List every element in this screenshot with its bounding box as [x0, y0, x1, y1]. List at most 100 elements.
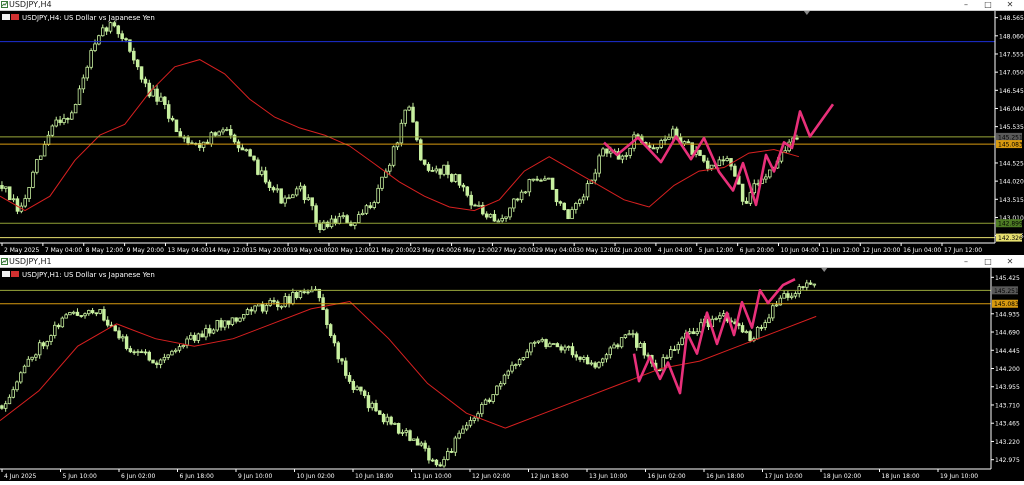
chart-window-icon: [1, 258, 8, 265]
time-tick-label: 12 Jun 18:00: [531, 473, 569, 480]
minimize-button[interactable]: –: [956, 0, 976, 10]
time-tick-label: 19 May 04:00: [290, 247, 331, 254]
candle: [601, 358, 605, 363]
chart-shift-marker: [803, 11, 810, 15]
time-tick-label: 13 May 04:00: [167, 247, 208, 254]
moving-average-line: [0, 59, 800, 212]
candle: [248, 149, 252, 157]
candle: [434, 459, 439, 466]
candle: [423, 442, 427, 449]
candle: [529, 342, 533, 353]
candle: [535, 178, 539, 181]
candle: [469, 194, 473, 206]
candle: [687, 331, 692, 334]
h4-candlestick-chart[interactable]: 148.565 148.060 147.555 147.050 146.545 146.0…: [0, 11, 1024, 255]
time-tick-label: 7 May 04:00: [45, 247, 83, 254]
close-button[interactable]: ✕: [1000, 257, 1020, 267]
candle: [430, 459, 435, 462]
candle: [464, 424, 469, 430]
candle: [374, 402, 378, 412]
candle: [66, 118, 70, 120]
candle: [378, 410, 382, 415]
candle: [624, 154, 629, 157]
candle: [663, 138, 667, 141]
candle: [242, 314, 246, 319]
candle: [729, 158, 733, 167]
time-tick-label: 20 May 12:00: [331, 247, 372, 254]
candle: [244, 149, 249, 152]
candle: [589, 362, 594, 365]
h1-window-titlebar[interactable]: USDJPY,H1 – □ ✕: [0, 257, 1024, 268]
candle: [345, 215, 349, 224]
time-tick-label: 15 May 20:00: [249, 247, 290, 254]
candle: [27, 187, 31, 199]
candle: [487, 399, 492, 402]
candle: [228, 129, 233, 136]
candle: [347, 375, 352, 382]
candle: [22, 365, 27, 374]
candle: [0, 405, 4, 409]
candle: [41, 342, 46, 347]
candle: [268, 300, 272, 306]
candle: [515, 198, 520, 201]
candle: [192, 334, 197, 341]
h4-window-titlebar[interactable]: USDJPY,H4 – □ ✕: [0, 0, 1024, 11]
candle: [355, 386, 359, 390]
time-tick-label: 4 Jun 2025: [4, 473, 36, 480]
candle: [717, 159, 722, 166]
candle: [512, 198, 516, 209]
candle: [200, 333, 204, 338]
candle: [90, 310, 95, 314]
candle: [50, 125, 55, 136]
candle: [506, 370, 510, 376]
time-tick-label: 2 May 2025: [4, 247, 39, 254]
minimize-button[interactable]: –: [956, 257, 976, 267]
candle: [279, 188, 283, 204]
candle: [267, 181, 272, 188]
candle: [651, 147, 656, 150]
maximize-button[interactable]: □: [978, 257, 998, 267]
candle: [442, 164, 446, 175]
candle: [531, 178, 535, 181]
h1-chart-area[interactable]: 145.425 144.935 144.690 144.445 144.200 143.9…: [0, 268, 1024, 481]
candle: [287, 296, 291, 304]
candle: [226, 320, 231, 325]
candle: [671, 128, 675, 138]
candle: [519, 191, 524, 201]
maximize-button[interactable]: □: [978, 0, 998, 10]
symbol-flag-icon: [2, 271, 10, 277]
time-tick-label: 18 Jun 18:00: [882, 473, 920, 480]
candle: [593, 362, 597, 368]
candle: [427, 447, 431, 461]
h4-chart-area[interactable]: 148.565 148.060 147.555 147.050 146.545 146.0…: [0, 11, 1024, 255]
candle: [263, 170, 268, 183]
candle: [543, 178, 547, 181]
time-tick-label: 9 Jun 10:00: [238, 473, 272, 480]
candle: [419, 139, 423, 161]
price-tick-label: 145.425: [995, 275, 1020, 282]
candle: [189, 334, 193, 340]
candle: [616, 344, 620, 348]
projection-zigzag: [632, 278, 796, 395]
candle: [252, 155, 256, 161]
candle: [698, 149, 702, 156]
candle: [98, 309, 102, 314]
close-button[interactable]: ✕: [1000, 0, 1020, 10]
h1-candlestick-chart[interactable]: 145.425 144.935 144.690 144.445 144.200 143.9…: [0, 268, 1024, 481]
candle: [578, 356, 582, 360]
time-tick-label: 19 Jun 10:00: [940, 473, 978, 480]
candle: [748, 331, 752, 341]
price-tick-label: 145.535: [999, 124, 1024, 131]
candle: [87, 310, 91, 315]
candle: [15, 198, 20, 212]
candle: [391, 146, 396, 166]
h1-time-axis: 4 Jun 2025 5 Jun 10:00 6 Jun 02:00 6 Jun 18…: [0, 268, 991, 480]
time-tick-label: 4 Jun 04:00: [658, 247, 692, 254]
candle: [403, 109, 408, 124]
candle: [782, 293, 786, 299]
candle: [669, 349, 673, 358]
candle: [81, 77, 86, 90]
candle: [601, 148, 605, 157]
candle: [665, 356, 669, 359]
candle: [468, 420, 473, 426]
